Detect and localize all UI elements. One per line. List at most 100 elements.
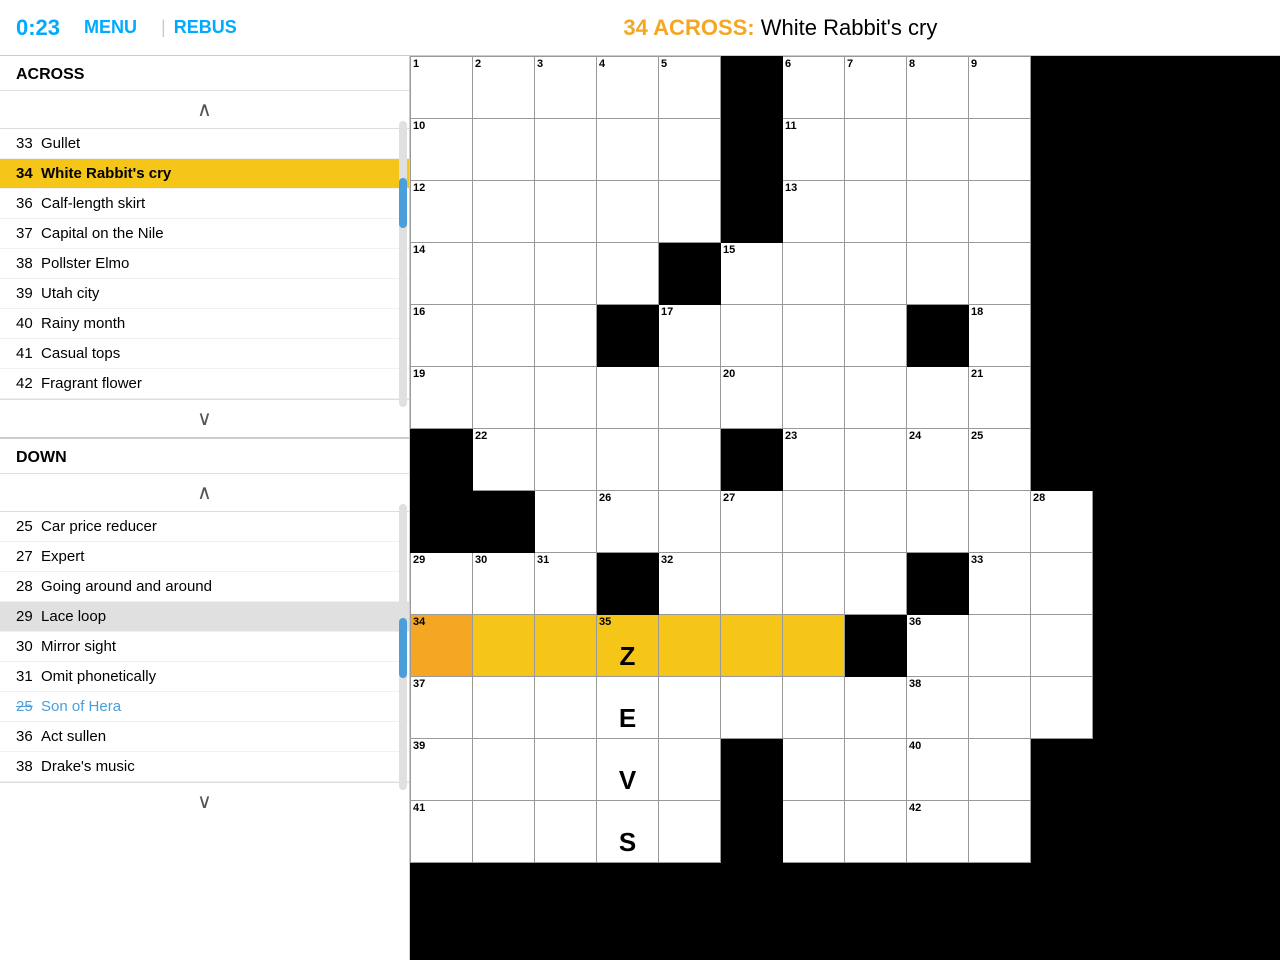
grid-cell-r8c10[interactable] bbox=[969, 491, 1031, 553]
grid-cell-r2c8[interactable] bbox=[845, 119, 907, 181]
clue-across-40[interactable]: 40 Rainy month bbox=[0, 309, 409, 339]
grid-cell-r1c4[interactable]: 4 bbox=[597, 57, 659, 119]
grid-cell-r2c7[interactable]: 11 bbox=[783, 119, 845, 181]
grid-cell-r8c11[interactable]: 28 bbox=[1031, 491, 1093, 553]
grid-cell-r1c10[interactable]: 9 bbox=[969, 57, 1031, 119]
grid-cell-r13c9[interactable]: 42 bbox=[907, 801, 969, 863]
grid-cell-r4c9[interactable] bbox=[907, 243, 969, 305]
grid-cell-r7c10[interactable]: 25 bbox=[969, 429, 1031, 491]
clue-across-33[interactable]: 33 Gullet bbox=[0, 129, 409, 159]
clue-across-38[interactable]: 38 Pollster Elmo bbox=[0, 249, 409, 279]
grid-cell-r8c6[interactable]: 27 bbox=[721, 491, 783, 553]
grid-cell-r11c1[interactable]: 37 bbox=[411, 677, 473, 739]
grid-cell-r9c2[interactable]: 30 bbox=[473, 553, 535, 615]
grid-cell-r8c4[interactable]: 26 bbox=[597, 491, 659, 553]
grid-cell-r3c5[interactable] bbox=[659, 181, 721, 243]
clue-across-36[interactable]: 36 Calf-length skirt bbox=[0, 189, 409, 219]
grid-cell-r12c10[interactable] bbox=[969, 739, 1031, 801]
grid-cell-r10c9[interactable]: 36 bbox=[907, 615, 969, 677]
grid-cell-r12c2[interactable] bbox=[473, 739, 535, 801]
grid-cell-r11c2[interactable] bbox=[473, 677, 535, 739]
grid-cell-r2c4[interactable] bbox=[597, 119, 659, 181]
grid-cell-r13c5[interactable] bbox=[659, 801, 721, 863]
grid-cell-r12c8[interactable] bbox=[845, 739, 907, 801]
clue-across-37[interactable]: 37 Capital on the Nile bbox=[0, 219, 409, 249]
grid-cell-r9c7[interactable] bbox=[783, 553, 845, 615]
grid-cell-r4c3[interactable] bbox=[535, 243, 597, 305]
grid-cell-r3c7[interactable]: 13 bbox=[783, 181, 845, 243]
down-scroll-down[interactable]: ∨ bbox=[0, 782, 409, 820]
grid-cell-r12c3[interactable] bbox=[535, 739, 597, 801]
menu-button[interactable]: MENU bbox=[84, 17, 137, 38]
grid-cell-r3c1[interactable]: 12 bbox=[411, 181, 473, 243]
grid-cell-r5c1[interactable]: 16 bbox=[411, 305, 473, 367]
grid-cell-r10c11[interactable] bbox=[1031, 615, 1093, 677]
grid-cell-r9c11[interactable] bbox=[1031, 553, 1093, 615]
across-scroll-down[interactable]: ∨ bbox=[0, 399, 409, 437]
grid-cell-r13c10[interactable] bbox=[969, 801, 1031, 863]
grid-cell-r6c8[interactable] bbox=[845, 367, 907, 429]
grid-cell-r6c9[interactable] bbox=[907, 367, 969, 429]
grid-cell-r11c7[interactable] bbox=[783, 677, 845, 739]
grid-cell-r13c1[interactable]: 41 bbox=[411, 801, 473, 863]
grid-cell-r6c6[interactable]: 20 bbox=[721, 367, 783, 429]
down-scroll-up[interactable]: ∧ bbox=[0, 474, 409, 512]
grid-cell-r13c3[interactable] bbox=[535, 801, 597, 863]
grid-cell-r10c7-highlight[interactable] bbox=[783, 615, 845, 677]
grid-cell-r13c8[interactable] bbox=[845, 801, 907, 863]
grid-cell-r7c9[interactable]: 24 bbox=[907, 429, 969, 491]
grid-cell-r3c8[interactable] bbox=[845, 181, 907, 243]
clue-down-29[interactable]: 29 Lace loop bbox=[0, 602, 409, 632]
grid-cell-r5c2[interactable] bbox=[473, 305, 535, 367]
grid-cell-r3c2[interactable] bbox=[473, 181, 535, 243]
clue-down-25[interactable]: 25 Car price reducer bbox=[0, 512, 409, 542]
grid-cell-r11c8[interactable] bbox=[845, 677, 907, 739]
grid-cell-r9c3[interactable]: 31 bbox=[535, 553, 597, 615]
across-scrollbar-thumb[interactable] bbox=[399, 178, 407, 228]
grid-cell-r3c4[interactable] bbox=[597, 181, 659, 243]
grid-cell-r10c1-active[interactable]: 34 bbox=[411, 615, 473, 677]
clue-down-36[interactable]: 36 Act sullen bbox=[0, 722, 409, 752]
grid-cell-r13c2[interactable] bbox=[473, 801, 535, 863]
grid-cell-r12c5[interactable] bbox=[659, 739, 721, 801]
grid-cell-r4c4[interactable] bbox=[597, 243, 659, 305]
grid-cell-r10c10[interactable] bbox=[969, 615, 1031, 677]
grid-cell-r6c4[interactable] bbox=[597, 367, 659, 429]
grid-cell-r5c10[interactable]: 18 bbox=[969, 305, 1031, 367]
clue-down-27[interactable]: 27 Expert bbox=[0, 542, 409, 572]
grid-cell-r13c4-S[interactable]: S bbox=[597, 801, 659, 863]
grid-cell-r2c9[interactable] bbox=[907, 119, 969, 181]
grid-cell-r4c1[interactable]: 14 bbox=[411, 243, 473, 305]
grid-cell-r11c5[interactable] bbox=[659, 677, 721, 739]
grid-cell-r4c6[interactable]: 15 bbox=[721, 243, 783, 305]
grid-cell-r3c10[interactable] bbox=[969, 181, 1031, 243]
grid-cell-r7c2[interactable]: 22 bbox=[473, 429, 535, 491]
grid-cell-r1c8[interactable]: 7 bbox=[845, 57, 907, 119]
grid-cell-r10c3-highlight[interactable] bbox=[535, 615, 597, 677]
grid-cell-r2c5[interactable] bbox=[659, 119, 721, 181]
grid-cell-r10c2-highlight[interactable] bbox=[473, 615, 535, 677]
grid-cell-r1c9[interactable]: 8 bbox=[907, 57, 969, 119]
grid-cell-r11c6[interactable] bbox=[721, 677, 783, 739]
grid-cell-r8c3[interactable] bbox=[535, 491, 597, 553]
grid-cell-r8c5[interactable] bbox=[659, 491, 721, 553]
clue-down-28[interactable]: 28 Going around and around bbox=[0, 572, 409, 602]
grid-cell-r5c3[interactable] bbox=[535, 305, 597, 367]
clue-across-39[interactable]: 39 Utah city bbox=[0, 279, 409, 309]
grid-cell-r7c5[interactable] bbox=[659, 429, 721, 491]
grid-cell-r6c2[interactable] bbox=[473, 367, 535, 429]
grid-cell-r4c2[interactable] bbox=[473, 243, 535, 305]
grid-cell-r1c7[interactable]: 6 bbox=[783, 57, 845, 119]
clue-across-34[interactable]: 34 White Rabbit's cry bbox=[0, 159, 409, 189]
clue-down-31[interactable]: 31 Omit phonetically bbox=[0, 662, 409, 692]
grid-cell-r1c3[interactable]: 3 bbox=[535, 57, 597, 119]
grid-cell-r5c5[interactable]: 17 bbox=[659, 305, 721, 367]
grid-cell-r11c9[interactable]: 38 bbox=[907, 677, 969, 739]
grid-cell-r5c6[interactable] bbox=[721, 305, 783, 367]
grid-cell-r12c4-V[interactable]: V bbox=[597, 739, 659, 801]
grid-cell-r4c10[interactable] bbox=[969, 243, 1031, 305]
grid-cell-r8c7[interactable] bbox=[783, 491, 845, 553]
grid-cell-r11c11[interactable] bbox=[1031, 677, 1093, 739]
grid-cell-r9c6[interactable] bbox=[721, 553, 783, 615]
grid-cell-r12c7[interactable] bbox=[783, 739, 845, 801]
